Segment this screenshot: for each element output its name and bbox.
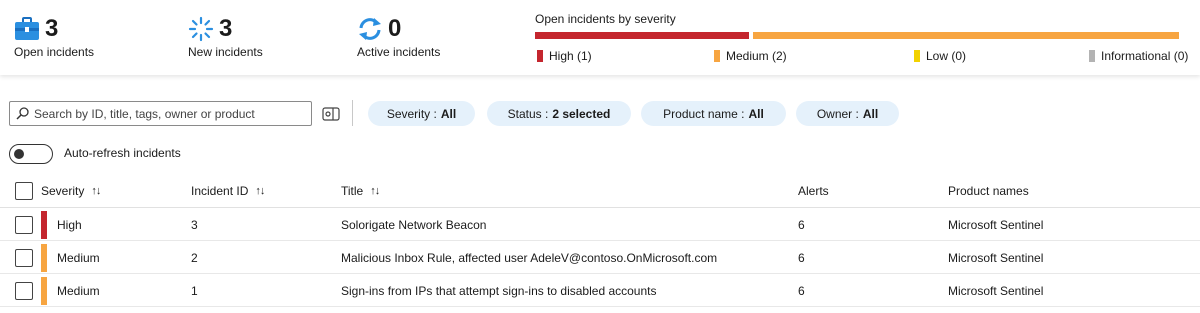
new-incidents-label: New incidents bbox=[188, 45, 263, 59]
search-box[interactable] bbox=[9, 101, 312, 126]
row-title[interactable]: Solorigate Network Beacon bbox=[341, 209, 486, 240]
legend-low-label: Low (0) bbox=[926, 49, 967, 63]
legend-medium-label: Medium (2) bbox=[726, 49, 787, 63]
legend-medium: Medium (2) bbox=[714, 49, 787, 63]
spinner-icon bbox=[188, 16, 214, 42]
new-incidents-count: 3 bbox=[219, 15, 233, 42]
row-incident-id: 3 bbox=[191, 217, 198, 232]
active-incidents-stat: 0 Active incidents bbox=[357, 14, 440, 59]
row-severity: Medium bbox=[57, 283, 100, 298]
table-row[interactable]: Medium 2 Malicious Inbox Rule, affected … bbox=[0, 242, 1200, 274]
row-product: Microsoft Sentinel bbox=[948, 250, 1044, 265]
table-row[interactable]: High 3 Solorigate Network Beacon 6 Micro… bbox=[0, 209, 1200, 241]
severity-chart-title: Open incidents by severity bbox=[535, 12, 676, 26]
auto-refresh-label: Auto-refresh incidents bbox=[64, 146, 181, 160]
product-name-filter-value: All bbox=[748, 106, 764, 121]
search-icon bbox=[16, 107, 29, 120]
new-incidents-stat: 3 New incidents bbox=[188, 14, 263, 59]
row-product: Microsoft Sentinel bbox=[948, 217, 1044, 232]
toggle-knob bbox=[14, 149, 24, 159]
row-incident-id: 2 bbox=[191, 250, 198, 265]
legend-informational-label: Informational (0) bbox=[1101, 49, 1189, 63]
column-header-incident-id-label: Incident ID bbox=[191, 184, 249, 198]
row-severity: High bbox=[57, 217, 82, 232]
row-alerts: 6 bbox=[798, 283, 805, 298]
legend-medium-swatch bbox=[714, 50, 720, 62]
column-header-incident-id[interactable]: Incident ID ↑↓ bbox=[191, 175, 265, 207]
row-alerts: 6 bbox=[798, 250, 805, 265]
sort-icon: ↑↓ bbox=[370, 185, 380, 197]
owner-filter-value: All bbox=[862, 106, 879, 121]
open-incidents-stat: 3 Open incidents bbox=[14, 14, 94, 59]
severity-indicator bbox=[41, 211, 47, 239]
row-product: Microsoft Sentinel bbox=[948, 283, 1044, 298]
column-header-alerts[interactable]: Alerts bbox=[798, 175, 829, 207]
refresh-icon bbox=[357, 16, 383, 42]
table-row[interactable]: Medium 1 Sign-ins from IPs that attempt … bbox=[0, 275, 1200, 307]
status-filter-key: Status : bbox=[507, 106, 549, 121]
owner-filter[interactable]: Owner : All bbox=[796, 101, 899, 126]
row-title[interactable]: Malicious Inbox Rule, affected user Adel… bbox=[341, 242, 717, 273]
severity-filter-key: Severity : bbox=[386, 106, 437, 121]
row-severity: Medium bbox=[57, 250, 100, 265]
legend-low: Low (0) bbox=[914, 49, 966, 63]
sort-icon: ↑↓ bbox=[255, 185, 265, 197]
incidents-summary: 3 Open incidents 3 New incidents 0 Activ… bbox=[0, 0, 1200, 75]
column-header-title-label: Title bbox=[341, 184, 364, 198]
status-filter[interactable]: Status : 2 selected bbox=[487, 101, 631, 126]
filter-divider bbox=[352, 100, 353, 126]
severity-indicator bbox=[41, 277, 47, 305]
sort-icon: ↑↓ bbox=[91, 185, 101, 197]
legend-low-swatch bbox=[914, 50, 920, 62]
legend-informational: Informational (0) bbox=[1089, 49, 1188, 63]
product-name-filter[interactable]: Product name : All bbox=[641, 101, 786, 126]
briefcase-icon bbox=[14, 16, 40, 42]
row-checkbox[interactable] bbox=[15, 249, 33, 267]
auto-refresh-toggle[interactable] bbox=[9, 144, 53, 164]
row-alerts: 6 bbox=[798, 217, 805, 232]
row-checkbox[interactable] bbox=[15, 216, 33, 234]
legend-high-swatch bbox=[537, 50, 543, 62]
product-name-filter-key: Product name : bbox=[663, 106, 745, 121]
table-header: Severity ↑↓ Incident ID ↑↓ Title ↑↓ Aler… bbox=[0, 175, 1200, 208]
row-incident-id: 1 bbox=[191, 283, 198, 298]
legend-informational-swatch bbox=[1089, 50, 1095, 62]
open-incidents-count: 3 bbox=[45, 15, 59, 42]
query-builder-icon[interactable] bbox=[321, 104, 341, 124]
active-incidents-label: Active incidents bbox=[357, 45, 441, 59]
row-title[interactable]: Sign-ins from IPs that attempt sign-ins … bbox=[341, 275, 657, 306]
column-header-product-names[interactable]: Product names bbox=[948, 175, 1029, 207]
active-incidents-count: 0 bbox=[388, 15, 402, 42]
legend-high: High (1) bbox=[537, 49, 592, 63]
open-incidents-label: Open incidents bbox=[14, 45, 95, 59]
severity-bar-high bbox=[535, 32, 749, 39]
legend-high-label: High (1) bbox=[549, 49, 592, 63]
owner-filter-key: Owner : bbox=[816, 106, 859, 121]
column-header-severity[interactable]: Severity ↑↓ bbox=[41, 175, 101, 207]
column-header-title[interactable]: Title ↑↓ bbox=[341, 175, 380, 207]
status-filter-value: 2 selected bbox=[552, 106, 611, 121]
search-input[interactable] bbox=[34, 106, 304, 121]
select-all-checkbox[interactable] bbox=[15, 182, 33, 200]
column-header-severity-label: Severity bbox=[41, 184, 85, 198]
row-checkbox[interactable] bbox=[15, 282, 33, 300]
severity-bar-medium bbox=[753, 32, 1179, 39]
severity-filter-value: All bbox=[440, 106, 457, 121]
severity-filter[interactable]: Severity : All bbox=[368, 101, 475, 126]
severity-indicator bbox=[41, 244, 47, 272]
